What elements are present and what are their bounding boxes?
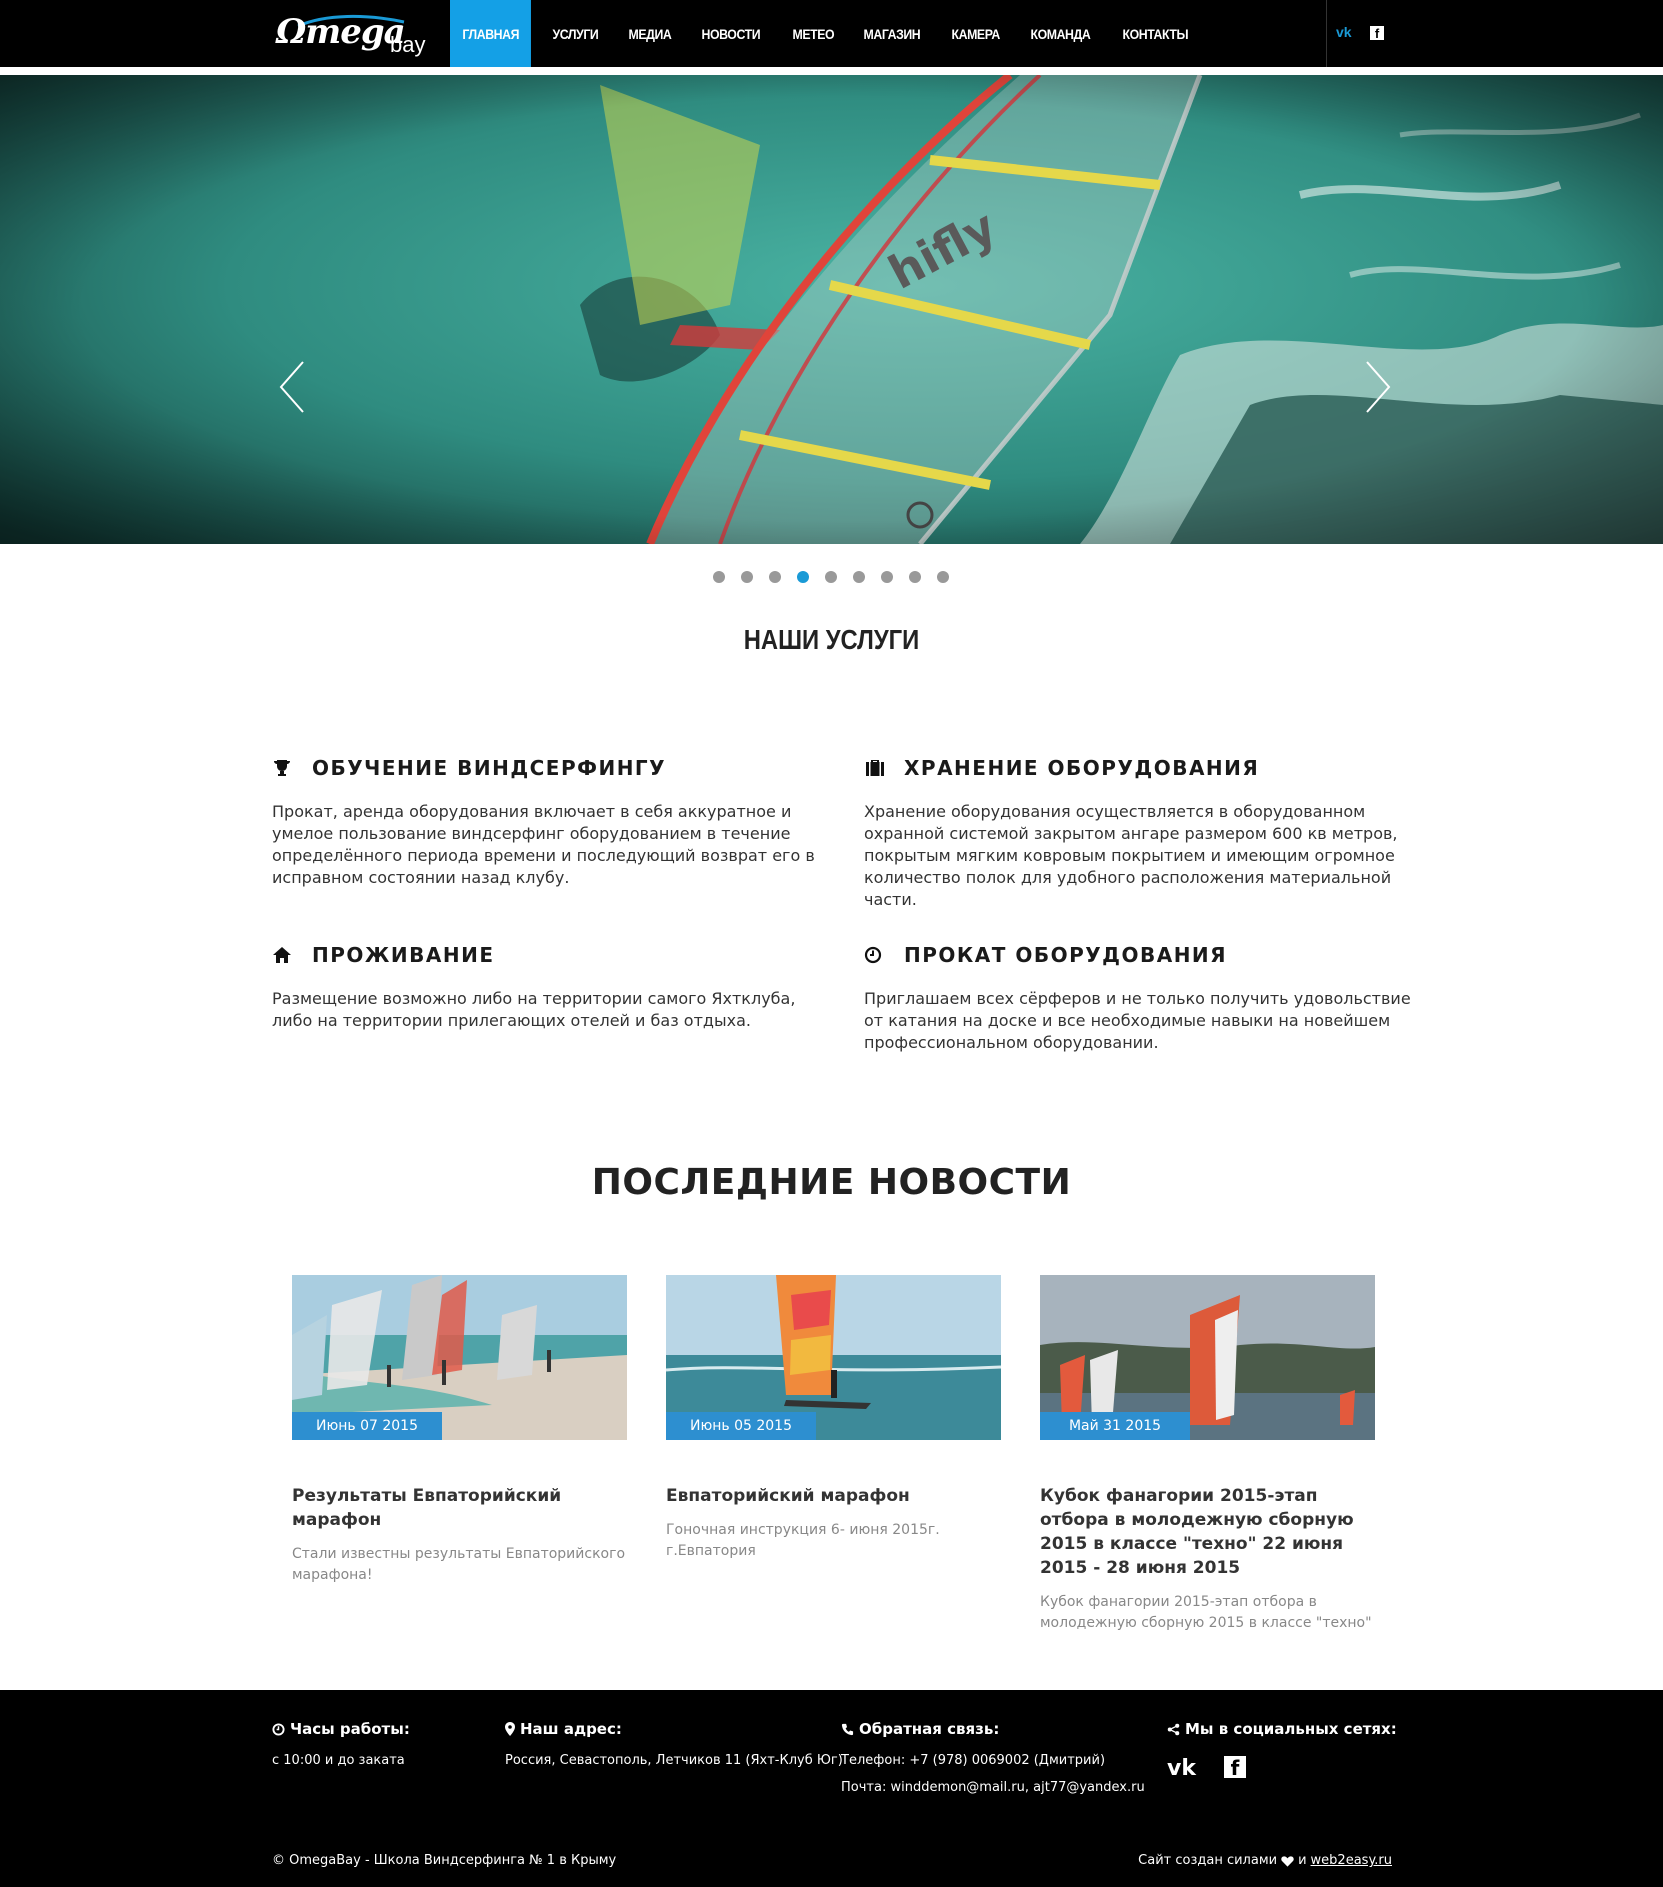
- site-header: Ωmega bay ГЛАВНАЯ УСЛУГИ МЕДИА НОВОСТИ М…: [0, 0, 1663, 67]
- nav-item-home[interactable]: ГЛАВНАЯ: [450, 0, 532, 67]
- slider-dot[interactable]: [853, 571, 865, 583]
- clock-icon: [272, 1722, 285, 1736]
- slider-dot[interactable]: [713, 571, 725, 583]
- main-nav: ГЛАВНАЯ УСЛУГИ МЕДИА НОВОСТИ МЕТЕО МАГАЗ…: [450, 0, 1211, 67]
- slider-dot[interactable]: [881, 571, 893, 583]
- footer-copyright: © OmegaBay - Школа Виндсерфинга № 1 в Кр…: [272, 1853, 617, 1868]
- news-card[interactable]: Июнь 07 2015 Результаты Евпаторийский ма…: [292, 1275, 627, 1586]
- footer-email[interactable]: Почта: winddemon@mail.ru, ajt77@yandex.r…: [841, 1779, 1145, 1797]
- nav-item-services[interactable]: УСЛУГИ: [542, 0, 609, 67]
- footer-address: Наш адрес: Россия, Севастополь, Летчиков…: [505, 1720, 843, 1770]
- slider-pagination: [713, 571, 949, 583]
- service-training: ОБУЧЕНИЕ ВИНДСЕРФИНГУ Прокат, аренда обо…: [272, 753, 832, 889]
- nav-item-media[interactable]: МЕДИА: [618, 0, 682, 67]
- nav-item-weather[interactable]: МЕТЕО: [782, 0, 845, 67]
- site-footer: Часы работы: с 10:00 и до заката Наш адр…: [0, 1690, 1663, 1887]
- heart-icon: [1281, 1855, 1294, 1867]
- slider-dot[interactable]: [769, 571, 781, 583]
- news-date-badge: Июнь 07 2015: [292, 1412, 442, 1440]
- nav-item-camera[interactable]: КАМЕРА: [941, 0, 1010, 67]
- made-by-and: и: [1298, 1853, 1307, 1868]
- logo-sub-text: bay: [390, 32, 426, 57]
- service-rental: ПРОКАТ ОБОРУДОВАНИЯ Приглашаем всех сёрф…: [864, 940, 1424, 1054]
- services-heading: НАШИ УСЛУГИ: [743, 624, 920, 655]
- news-excerpt: Стали известны результаты Евпаторийского…: [292, 1546, 626, 1583]
- slide-image-windsurfer: hifly: [0, 75, 1663, 544]
- service-title: ПРОКАТ ОБОРУДОВАНИЯ: [904, 943, 1228, 967]
- hero-slider[interactable]: hifly: [0, 75, 1663, 544]
- news-title[interactable]: Кубок фанагории 2015-этап отбора в молод…: [1040, 1484, 1375, 1580]
- news-excerpt: Гоночная инструкция 6- июня 2015г. г.Евп…: [666, 1522, 940, 1559]
- home-icon: [272, 946, 312, 964]
- footer-social: Мы в социальных сетях: vk f: [1167, 1720, 1397, 1781]
- footer-contacts: Обратная связь: Телефон: +7 (978) 006900…: [841, 1720, 1145, 1797]
- service-text: Хранение оборудования осуществляется в о…: [864, 802, 1398, 909]
- facebook-icon[interactable]: f: [1223, 1756, 1246, 1780]
- service-text: Приглашаем всех сёрферов и не только пол…: [864, 989, 1411, 1052]
- service-title: ХРАНЕНИЕ ОБОРУДОВАНИЯ: [904, 756, 1260, 780]
- footer-social-title: Мы в социальных сетях:: [1185, 1720, 1397, 1738]
- nav-divider: [1326, 0, 1327, 67]
- news-excerpt: Кубок фанагории 2015-этап отбора в молод…: [1040, 1594, 1372, 1631]
- service-title: ПРОЖИВАНИЕ: [312, 943, 495, 967]
- news-title[interactable]: Евпаторийский марафон: [666, 1484, 1001, 1508]
- nav-item-news[interactable]: НОВОСТИ: [691, 0, 771, 67]
- made-by-text: Сайт создан силами: [1138, 1853, 1278, 1868]
- slider-dot-active[interactable]: [797, 571, 809, 583]
- news-heading: ПОСЛЕДНИЕ НОВОСТИ: [591, 1162, 1072, 1203]
- footer-phone[interactable]: Телефон: +7 (978) 0069002 (Дмитрий): [841, 1752, 1145, 1770]
- service-text: Прокат, аренда оборудования включает в с…: [272, 802, 815, 887]
- facebook-icon[interactable]: f: [1370, 26, 1384, 41]
- news-title[interactable]: Результаты Евпаторийский марафон: [292, 1484, 627, 1532]
- footer-address-value: Россия, Севастополь, Летчиков 11 (Яхт-Кл…: [505, 1753, 843, 1768]
- news-image[interactable]: Июнь 05 2015: [666, 1275, 1001, 1440]
- slider-dot[interactable]: [909, 571, 921, 583]
- footer-made-by: Сайт создан силами и web2easy.ru: [1138, 1853, 1392, 1868]
- nav-item-shop[interactable]: МАГАЗИН: [853, 0, 931, 67]
- footer-address-title: Наш адрес:: [520, 1720, 622, 1738]
- news-card[interactable]: Май 31 2015 Кубок фанагории 2015-этап от…: [1040, 1275, 1375, 1634]
- site-logo[interactable]: Ωmega bay: [276, 12, 426, 60]
- slider-dot[interactable]: [825, 571, 837, 583]
- service-accommodation: ПРОЖИВАНИЕ Размещение возможно либо на т…: [272, 940, 832, 1032]
- news-date-badge: Май 31 2015: [1040, 1412, 1190, 1440]
- made-by-link[interactable]: web2easy.ru: [1311, 1853, 1392, 1868]
- service-title: ОБУЧЕНИЕ ВИНДСЕРФИНГУ: [312, 756, 667, 780]
- footer-hours: Часы работы: с 10:00 и до заката: [272, 1720, 410, 1770]
- clock-icon: [864, 946, 904, 964]
- phone-icon: [841, 1723, 854, 1735]
- service-storage: ХРАНЕНИЕ ОБОРУДОВАНИЯ Хранение оборудова…: [864, 753, 1424, 911]
- news-image[interactable]: Июнь 07 2015: [292, 1275, 627, 1440]
- map-marker-icon: [505, 1722, 515, 1736]
- slider-dot[interactable]: [937, 571, 949, 583]
- logo-main-text: Ωmega: [276, 12, 406, 52]
- trophy-icon: [272, 758, 312, 778]
- footer-hours-title: Часы работы:: [290, 1720, 410, 1738]
- news-date-badge: Июнь 05 2015: [666, 1412, 816, 1440]
- footer-contacts-title: Обратная связь:: [859, 1720, 1000, 1738]
- vk-icon[interactable]: vk: [1167, 1756, 1196, 1781]
- slider-next-arrow-icon[interactable]: [1355, 357, 1395, 417]
- vk-icon[interactable]: vk: [1336, 24, 1352, 40]
- news-card[interactable]: Июнь 05 2015 Евпаторийский марафон Гоноч…: [666, 1275, 1001, 1562]
- slider-dot[interactable]: [741, 571, 753, 583]
- share-icon: [1167, 1723, 1180, 1735]
- slider-prev-arrow-icon[interactable]: [275, 357, 315, 417]
- suitcase-icon: [864, 758, 904, 778]
- news-image[interactable]: Май 31 2015: [1040, 1275, 1375, 1440]
- nav-item-contacts[interactable]: КОНТАКТЫ: [1112, 0, 1199, 67]
- nav-item-team[interactable]: КОМАНДА: [1020, 0, 1101, 67]
- service-text: Размещение возможно либо на территории с…: [272, 989, 796, 1030]
- footer-hours-value: с 10:00 и до заката: [272, 1753, 405, 1768]
